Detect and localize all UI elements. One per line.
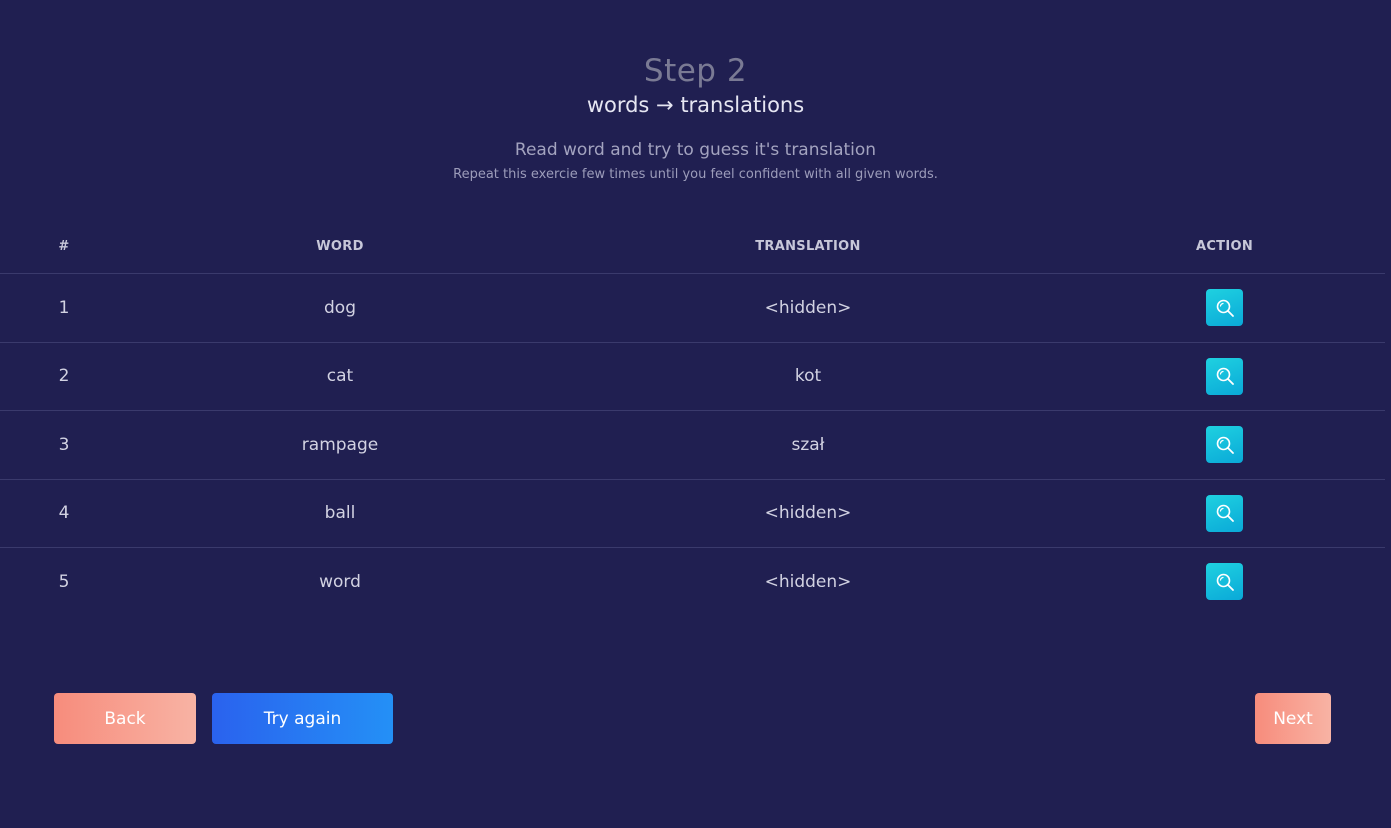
column-header-word: WORD <box>128 220 552 274</box>
row-translation: <hidden> <box>764 571 852 592</box>
try-again-button[interactable]: Try again <box>212 693 393 744</box>
reveal-translation-button[interactable] <box>1206 289 1243 327</box>
table-header-row: # WORD TRANSLATION ACTION <box>0 220 1385 274</box>
words-table: # WORD TRANSLATION ACTION 1 dog <hidden>… <box>0 220 1385 616</box>
column-header-translation: TRANSLATION <box>552 220 1064 274</box>
search-icon <box>1216 436 1234 454</box>
row-word: word <box>319 571 361 592</box>
reveal-translation-button[interactable] <box>1206 494 1243 532</box>
row-translation: szał <box>552 410 1064 480</box>
row-action <box>1064 410 1385 480</box>
column-header-number: # <box>0 220 128 274</box>
table-row: 5 word <hidden> <box>0 548 1385 616</box>
row-word: rampage <box>128 410 552 480</box>
row-translation: <hidden> <box>552 273 1064 343</box>
row-action <box>1064 273 1385 343</box>
hint-text: Repeat this exercie few times until you … <box>453 167 938 182</box>
row-number: 3 <box>0 410 128 480</box>
reveal-translation-button[interactable] <box>1206 563 1243 601</box>
search-icon <box>1216 573 1234 591</box>
search-icon <box>1216 299 1234 317</box>
page-title: Step 2 <box>643 53 748 89</box>
row-action <box>1064 342 1385 411</box>
reveal-translation-button[interactable] <box>1206 357 1243 395</box>
instruction-text: Read word and try to guess it's translat… <box>514 140 877 160</box>
row-translation: kot <box>552 342 1064 411</box>
row-number: 5 <box>58 571 70 592</box>
row-action <box>1064 548 1385 616</box>
row-number: 4 <box>0 479 128 548</box>
row-word: cat <box>128 342 552 411</box>
table-row: 2 cat kot <box>0 342 1385 411</box>
next-button[interactable]: Next <box>1255 693 1331 744</box>
page: Step 2 words → translations Read word an… <box>0 0 1391 828</box>
table-row: 1 dog <hidden> <box>0 273 1385 343</box>
search-icon <box>1216 504 1234 523</box>
row-number: 2 <box>0 342 128 411</box>
row-word: dog <box>128 273 552 343</box>
table-row: 4 ball <hidden> <box>0 479 1385 548</box>
row-translation: <hidden> <box>552 479 1064 548</box>
row-number: 1 <box>0 273 128 343</box>
back-button[interactable]: Back <box>54 693 196 744</box>
step-header: Step 2 words → translations Read word an… <box>0 52 1391 184</box>
column-header-action: ACTION <box>1064 220 1385 274</box>
row-word: ball <box>128 479 552 548</box>
table-row: 3 rampage szał <box>0 410 1385 480</box>
search-icon <box>1216 367 1234 386</box>
row-action <box>1064 479 1385 548</box>
page-subtitle: words → translations <box>586 93 805 117</box>
reveal-translation-button[interactable] <box>1206 426 1243 464</box>
